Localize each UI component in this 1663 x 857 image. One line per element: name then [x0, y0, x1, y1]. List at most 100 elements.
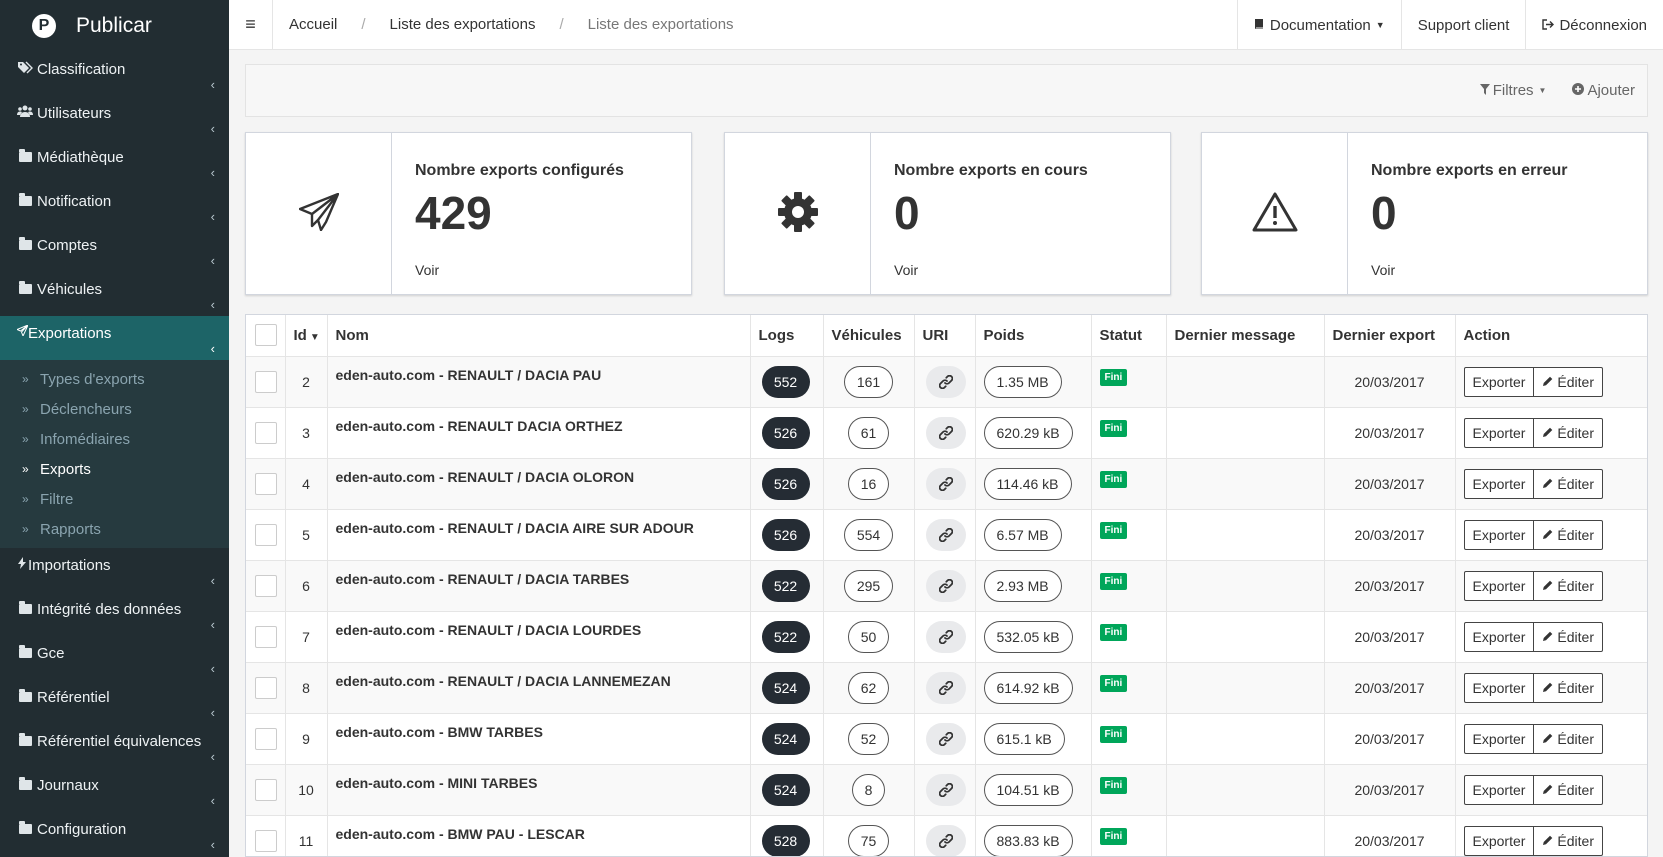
sidebar-item-configuration[interactable]: Configuration ‹: [0, 812, 229, 856]
vehicules-count-button[interactable]: 61: [847, 416, 890, 449]
sidebar-item-notification[interactable]: Notification ‹: [0, 184, 229, 228]
row-checkbox[interactable]: [255, 676, 277, 699]
support-link[interactable]: Support client: [1400, 0, 1526, 50]
vehicules-count-button[interactable]: 295: [843, 569, 894, 602]
poids-value[interactable]: 114.46 kB: [983, 467, 1072, 500]
poids-value[interactable]: 614.92 kB: [983, 671, 1073, 704]
logs-count-button[interactable]: 526: [761, 518, 810, 551]
link-icon[interactable]: [925, 518, 966, 551]
edit-button[interactable]: Éditer: [1534, 825, 1603, 856]
export-button[interactable]: Exporter: [1463, 723, 1535, 754]
sidebar-item-referentiel[interactable]: Référentiel ‹: [0, 680, 229, 724]
poids-value[interactable]: 1.35 MB: [983, 365, 1062, 398]
brand[interactable]: P Publicar: [0, 0, 229, 52]
poids-value[interactable]: 2.93 MB: [983, 569, 1062, 602]
submenu-item-rapports[interactable]: » Rapports: [0, 514, 229, 544]
edit-button[interactable]: Éditer: [1534, 366, 1603, 397]
poids-value[interactable]: 620.29 kB: [983, 416, 1073, 449]
header-vehicules[interactable]: Véhicules: [823, 315, 915, 357]
row-checkbox[interactable]: [255, 625, 277, 648]
vehicules-count-button[interactable]: 62: [847, 671, 890, 704]
sidebar-item-mediatheque[interactable]: Médiathèque ‹: [0, 140, 229, 184]
menu-toggle-icon[interactable]: ≡: [229, 0, 273, 50]
edit-button[interactable]: Éditer: [1534, 570, 1603, 601]
logout-link[interactable]: Déconnexion: [1525, 0, 1663, 50]
edit-button[interactable]: Éditer: [1534, 774, 1603, 805]
submenu-item-exports[interactable]: » Exports: [0, 454, 229, 484]
filters-dropdown[interactable]: Filtres ▼: [1479, 82, 1546, 99]
poids-value[interactable]: 532.05 kB: [983, 620, 1073, 653]
sidebar-item-integrite[interactable]: Intégrité des données ‹: [0, 592, 229, 636]
link-icon[interactable]: [925, 569, 966, 602]
sidebar-item-utilisateurs[interactable]: Utilisateurs ‹: [0, 96, 229, 140]
export-button[interactable]: Exporter: [1463, 468, 1535, 499]
link-icon[interactable]: [925, 824, 966, 856]
export-button[interactable]: Exporter: [1463, 672, 1535, 703]
header-dernier-export[interactable]: Dernier export: [1324, 315, 1456, 357]
logs-count-button[interactable]: 522: [761, 569, 810, 602]
link-icon[interactable]: [925, 722, 966, 755]
sidebar-item-comptes[interactable]: Comptes ‹: [0, 228, 229, 272]
add-button[interactable]: Ajouter: [1572, 82, 1635, 99]
row-checkbox[interactable]: [255, 523, 277, 546]
stat-voir-link[interactable]: Voir: [415, 262, 624, 278]
logs-count-button[interactable]: 528: [761, 824, 810, 856]
edit-button[interactable]: Éditer: [1534, 519, 1603, 550]
link-icon[interactable]: [925, 467, 966, 500]
logs-count-button[interactable]: 524: [761, 722, 810, 755]
vehicules-count-button[interactable]: 554: [843, 518, 894, 551]
row-checkbox[interactable]: [255, 421, 277, 444]
export-button[interactable]: Exporter: [1463, 621, 1535, 652]
sidebar-item-importations[interactable]: Importations ‹: [0, 548, 229, 592]
submenu-item-infomediaires[interactable]: » Infomédiaires: [0, 424, 229, 454]
edit-button[interactable]: Éditer: [1534, 723, 1603, 754]
header-nom[interactable]: Nom: [327, 315, 751, 357]
link-icon[interactable]: [925, 773, 966, 806]
row-checkbox[interactable]: [255, 370, 277, 393]
submenu-item-types-exports[interactable]: » Types d'exports: [0, 364, 229, 394]
link-icon[interactable]: [925, 671, 966, 704]
poids-value[interactable]: 615.1 kB: [983, 722, 1065, 755]
row-checkbox[interactable]: [255, 574, 277, 597]
header-statut[interactable]: Statut: [1091, 315, 1167, 357]
export-button[interactable]: Exporter: [1463, 519, 1535, 550]
sidebar-item-vehicules[interactable]: Véhicules ‹: [0, 272, 229, 316]
poids-value[interactable]: 883.83 kB: [983, 824, 1073, 856]
breadcrumb-home[interactable]: Accueil: [289, 16, 337, 33]
export-button[interactable]: Exporter: [1463, 774, 1535, 805]
edit-button[interactable]: Éditer: [1534, 621, 1603, 652]
sidebar-item-exportations[interactable]: Exportations ‹: [0, 316, 229, 360]
vehicules-count-button[interactable]: 16: [847, 467, 890, 500]
logs-count-button[interactable]: 526: [761, 416, 810, 449]
row-checkbox[interactable]: [255, 727, 277, 750]
sidebar-item-classification[interactable]: Classification ‹: [0, 52, 229, 96]
link-icon[interactable]: [925, 365, 966, 398]
sidebar-item-gce[interactable]: Gce ‹: [0, 636, 229, 680]
stat-voir-link[interactable]: Voir: [894, 262, 1088, 278]
poids-value[interactable]: 104.51 kB: [983, 773, 1073, 806]
header-dernier-message[interactable]: Dernier message: [1166, 315, 1325, 357]
row-checkbox[interactable]: [255, 472, 277, 495]
submenu-item-declencheurs[interactable]: » Déclencheurs: [0, 394, 229, 424]
row-checkbox[interactable]: [255, 829, 277, 852]
vehicules-count-button[interactable]: 75: [847, 824, 890, 856]
header-poids[interactable]: Poids: [975, 315, 1092, 357]
link-icon[interactable]: [925, 416, 966, 449]
header-logs[interactable]: Logs: [750, 315, 824, 357]
export-button[interactable]: Exporter: [1463, 366, 1535, 397]
sidebar-item-referentiel-equivalences[interactable]: Référentiel équivalences ‹: [0, 724, 229, 768]
edit-button[interactable]: Éditer: [1534, 672, 1603, 703]
logs-count-button[interactable]: 526: [761, 467, 810, 500]
edit-button[interactable]: Éditer: [1534, 468, 1603, 499]
edit-button[interactable]: Éditer: [1534, 417, 1603, 448]
poids-value[interactable]: 6.57 MB: [983, 518, 1062, 551]
sidebar-item-journaux[interactable]: Journaux ‹: [0, 768, 229, 812]
logs-count-button[interactable]: 552: [761, 365, 810, 398]
export-button[interactable]: Exporter: [1463, 825, 1535, 856]
logs-count-button[interactable]: 524: [761, 671, 810, 704]
header-id[interactable]: Id ▼: [285, 315, 328, 357]
link-icon[interactable]: [925, 620, 966, 653]
breadcrumb-exportations[interactable]: Liste des exportations: [390, 16, 536, 33]
vehicules-count-button[interactable]: 161: [843, 365, 894, 398]
submenu-item-filtre[interactable]: » Filtre: [0, 484, 229, 514]
